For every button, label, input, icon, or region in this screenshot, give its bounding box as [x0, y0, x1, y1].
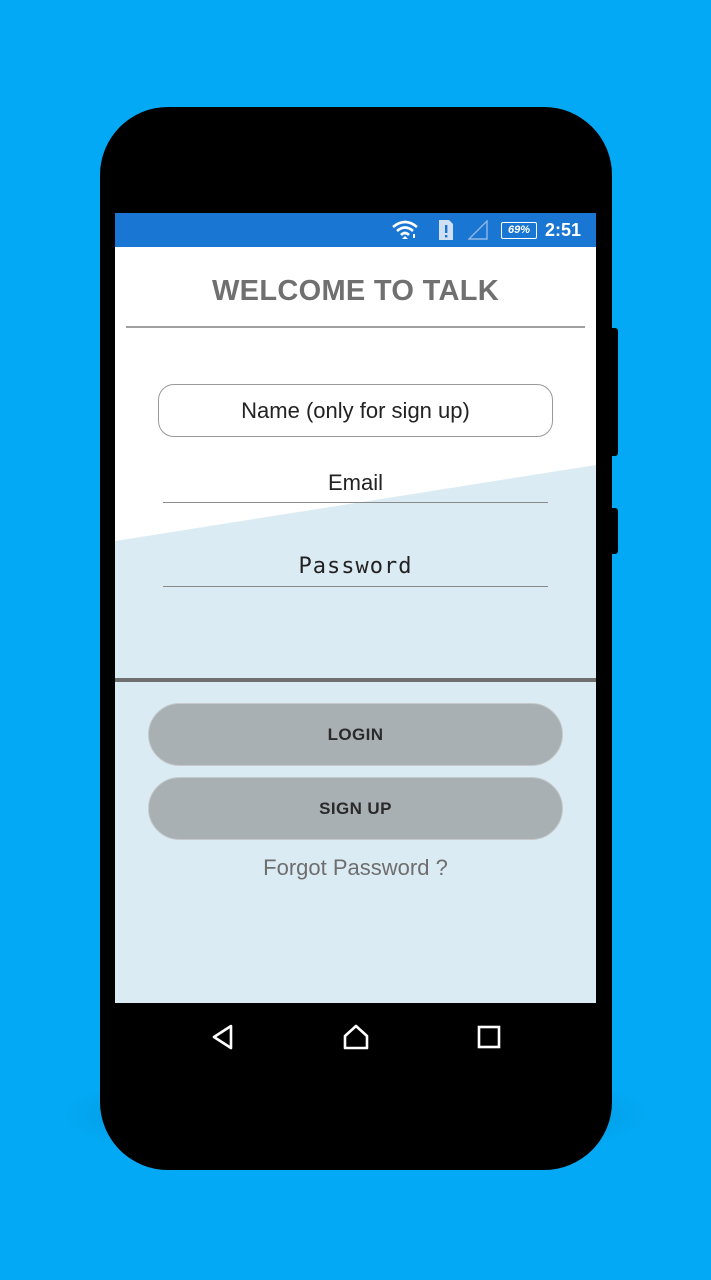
title-divider	[126, 326, 585, 328]
email-field[interactable]: Email	[163, 463, 548, 503]
signup-button[interactable]: SIGN UP	[148, 777, 563, 840]
home-icon[interactable]	[336, 1017, 376, 1057]
page-title: WELCOME TO TALK	[212, 275, 499, 307]
status-time: 2:51	[545, 220, 582, 240]
volume-button	[612, 328, 618, 456]
app-screen: 69% 2:51 WELCOME TO TALK Name (only for …	[115, 213, 596, 1003]
back-icon[interactable]	[203, 1017, 243, 1057]
wifi-icon	[391, 213, 419, 247]
password-field[interactable]: Password	[163, 547, 548, 587]
sim-alert-icon	[435, 213, 457, 247]
navigation-bar	[115, 1003, 596, 1071]
login-button[interactable]: LOGIN	[148, 703, 563, 766]
power-button	[612, 508, 618, 554]
recents-icon[interactable]	[469, 1017, 509, 1057]
forgot-password-link[interactable]: Forgot Password ?	[115, 855, 596, 881]
battery-percent: 69%	[501, 221, 537, 239]
battery-icon: 69%	[499, 213, 539, 247]
background-panel	[115, 465, 596, 1003]
signal-icon	[467, 213, 489, 247]
name-input[interactable]: Name (only for sign up)	[158, 384, 553, 437]
section-divider	[115, 678, 596, 682]
status-bar: 69% 2:51	[115, 213, 596, 247]
